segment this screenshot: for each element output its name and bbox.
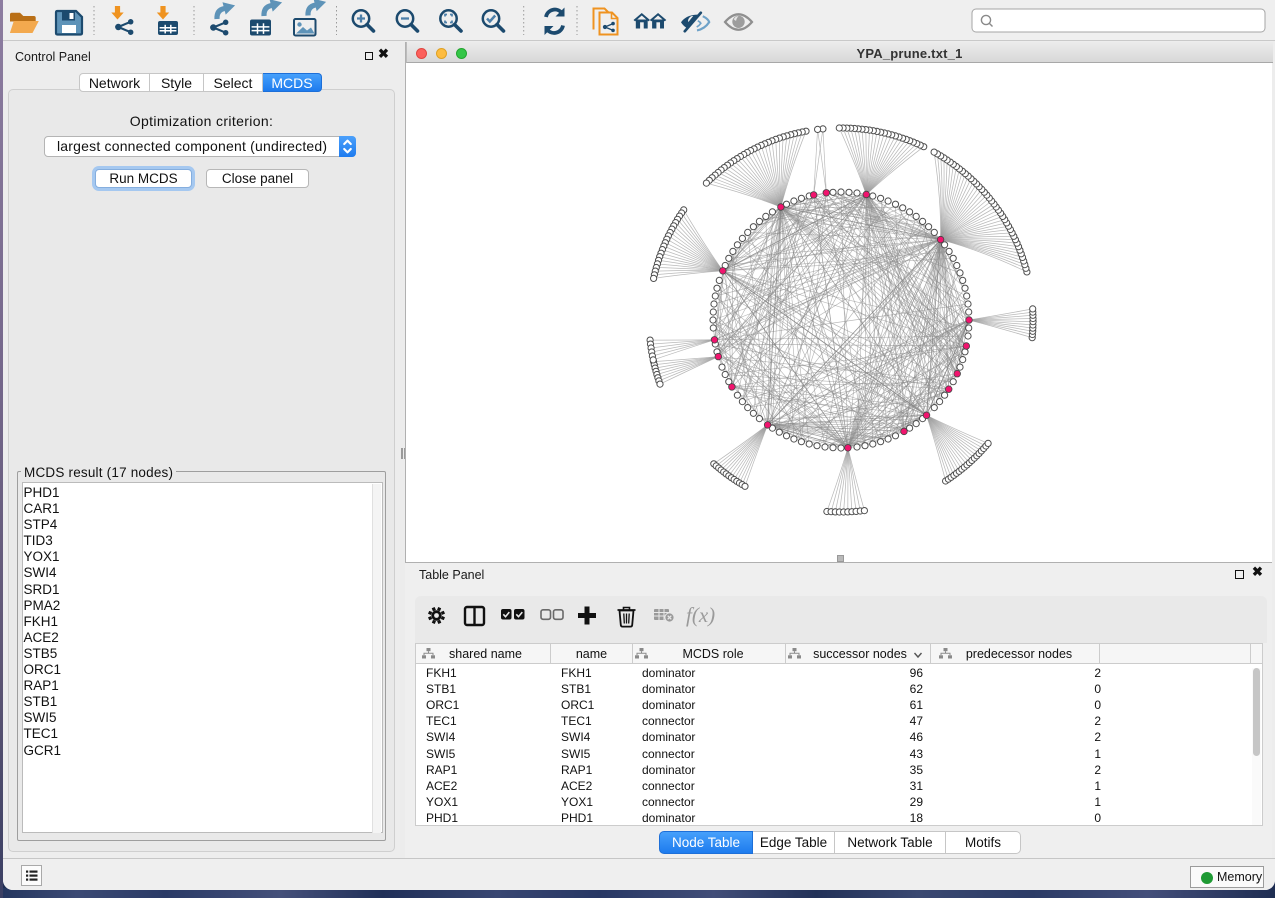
svg-text:f(x): f(x) — [686, 603, 715, 627]
